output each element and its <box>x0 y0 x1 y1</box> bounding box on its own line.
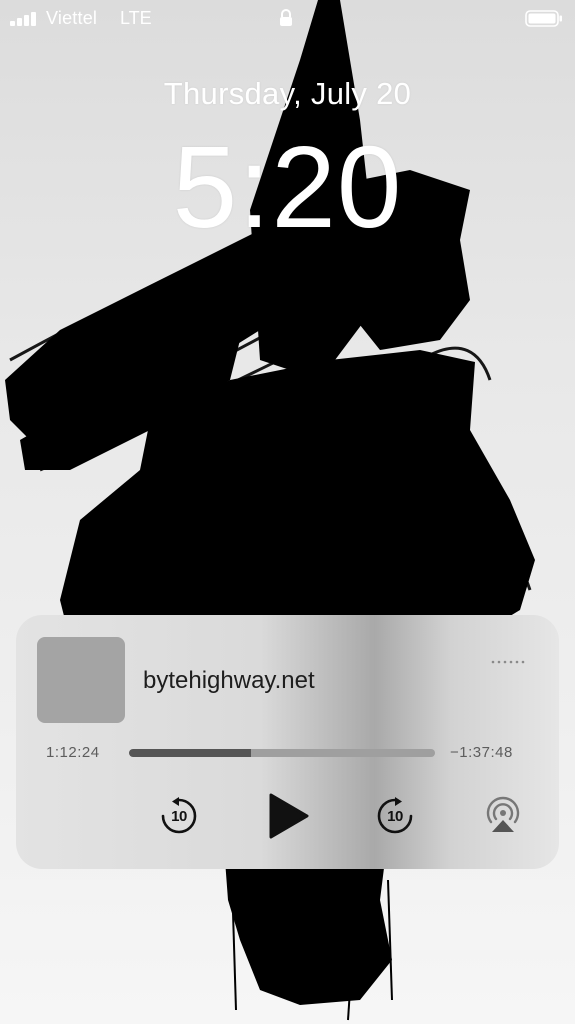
more-icon[interactable] <box>490 657 526 667</box>
lock-icon <box>280 9 292 26</box>
lock-date: Thursday, July 20 <box>163 76 412 111</box>
lock-screen: Viettel LTE Thursday, July 20 5:20 byteh… <box>0 0 575 1024</box>
skip-forward-seconds: 10 <box>387 808 403 825</box>
carrier-name: Viettel <box>46 8 98 28</box>
skip-forward-button[interactable]: 10 <box>374 795 416 837</box>
play-button[interactable] <box>266 792 310 840</box>
progress-scrubber[interactable] <box>129 749 435 757</box>
status-bar: Viettel LTE <box>0 0 575 38</box>
album-artwork[interactable] <box>37 637 125 723</box>
battery-icon <box>525 10 562 27</box>
airplay-button[interactable] <box>482 794 524 836</box>
track-title[interactable]: bytehighway.net <box>143 667 315 695</box>
lock-time: 5:20 <box>172 122 403 252</box>
now-playing-widget[interactable]: bytehighway.net 1:12:24 −1:37:48 10 10 <box>16 615 559 869</box>
progress-fill <box>129 749 252 757</box>
skip-back-seconds: 10 <box>171 808 187 825</box>
skip-back-button[interactable]: 10 <box>158 795 200 837</box>
play-icon <box>269 793 309 839</box>
airplay-icon <box>486 796 520 832</box>
remaining-time: −1:37:48 <box>450 744 513 761</box>
network-type: LTE <box>120 8 152 28</box>
signal-bars-icon <box>10 10 40 26</box>
elapsed-time: 1:12:24 <box>46 744 100 761</box>
